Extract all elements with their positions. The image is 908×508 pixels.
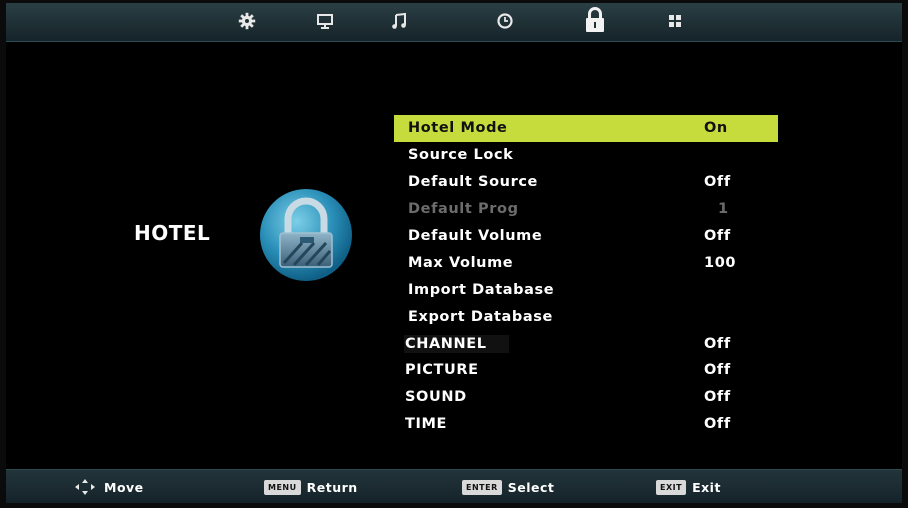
- menu-item-time[interactable]: TIME Off: [394, 411, 778, 438]
- menu-item-label: SOUND: [405, 389, 467, 406]
- monitor-icon: [317, 14, 333, 29]
- menu-item-label: PICTURE: [405, 362, 479, 379]
- menu-item-source-lock[interactable]: Source Lock: [394, 142, 778, 169]
- hint-return: MENU Return: [264, 470, 358, 503]
- menu-item-label: Default Source: [408, 174, 538, 191]
- menu-item-label: Export Database: [408, 308, 553, 325]
- tab-other[interactable]: [662, 9, 688, 33]
- padlock-badge-icon: [260, 189, 352, 281]
- menu-item-label: Import Database: [408, 281, 555, 298]
- menu-item-picture[interactable]: PICTURE Off: [394, 357, 778, 384]
- menu-item-value: 1: [718, 201, 729, 218]
- menu-item-label: Source Lock: [408, 147, 514, 164]
- menu-item-label: Default Prog: [408, 201, 519, 218]
- menu-item-label: Max Volume: [408, 254, 514, 271]
- exit-key-icon: EXIT: [656, 479, 687, 495]
- menu-item-value: Off: [704, 389, 731, 406]
- music-note-icon: [392, 12, 406, 29]
- menu-item-sound[interactable]: SOUND Off: [394, 384, 778, 411]
- menu-item-default-source[interactable]: Default Source Off: [394, 169, 778, 196]
- tab-setup[interactable]: [234, 9, 260, 33]
- top-tab-bar: [6, 3, 902, 42]
- menu-item-label: Default Volume: [408, 228, 543, 244]
- gear-icon: [238, 12, 256, 30]
- hint-move: Move: [74, 470, 144, 503]
- menu-item-label: CHANNEL: [404, 334, 509, 353]
- menu-item-default-volume[interactable]: Default Volume Off: [394, 223, 778, 250]
- tab-time[interactable]: [492, 9, 518, 33]
- tab-lock[interactable]: [582, 5, 608, 35]
- select-label: Select: [507, 479, 555, 495]
- exit-label: Exit: [692, 479, 721, 495]
- tab-sound[interactable]: [386, 9, 412, 33]
- menu-item-label: TIME: [405, 416, 448, 433]
- menu-item-default-prog: Default Prog 1: [394, 196, 778, 223]
- hint-select: ENTER Select: [462, 470, 554, 503]
- clock-icon: [497, 13, 513, 29]
- menu-key-icon: MENU: [264, 479, 301, 495]
- menu-item-label: Hotel Mode: [408, 120, 508, 137]
- menu-item-export-database[interactable]: Export Database: [394, 303, 778, 330]
- tab-picture[interactable]: [312, 9, 338, 33]
- move-label: Move: [104, 479, 144, 495]
- menu-item-max-volume[interactable]: Max Volume 100: [394, 249, 778, 276]
- menu-item-hotel-mode[interactable]: Hotel Mode On: [394, 115, 778, 142]
- menu-item-value: Off: [704, 174, 731, 191]
- return-label: Return: [306, 479, 358, 495]
- menu-item-value: On: [704, 120, 728, 137]
- menu-item-value: Off: [704, 228, 731, 244]
- menu-item-value: Off: [704, 416, 731, 433]
- menu-item-value: Off: [704, 335, 731, 352]
- hint-exit: EXIT Exit: [656, 470, 721, 503]
- menu-item-import-database[interactable]: Import Database: [394, 276, 778, 303]
- hotel-settings-menu: Hotel Mode On Source Lock Default Source…: [394, 115, 778, 438]
- menu-item-value: Off: [704, 362, 731, 379]
- grid-icon: [669, 15, 681, 27]
- enter-key-icon: ENTER: [462, 479, 502, 495]
- tv-menu-screen: HOTEL Hotel Mode On Source Lock Default …: [6, 3, 902, 503]
- dpad-arrows-icon: [75, 479, 95, 495]
- key-hint-bar: Move MENU Return ENTER Select EXIT Exit: [6, 469, 902, 503]
- lock-icon: [586, 7, 604, 32]
- menu-item-channel[interactable]: CHANNEL Off: [394, 330, 778, 357]
- menu-item-value: 100: [704, 254, 737, 271]
- page-title: HOTEL: [134, 221, 211, 245]
